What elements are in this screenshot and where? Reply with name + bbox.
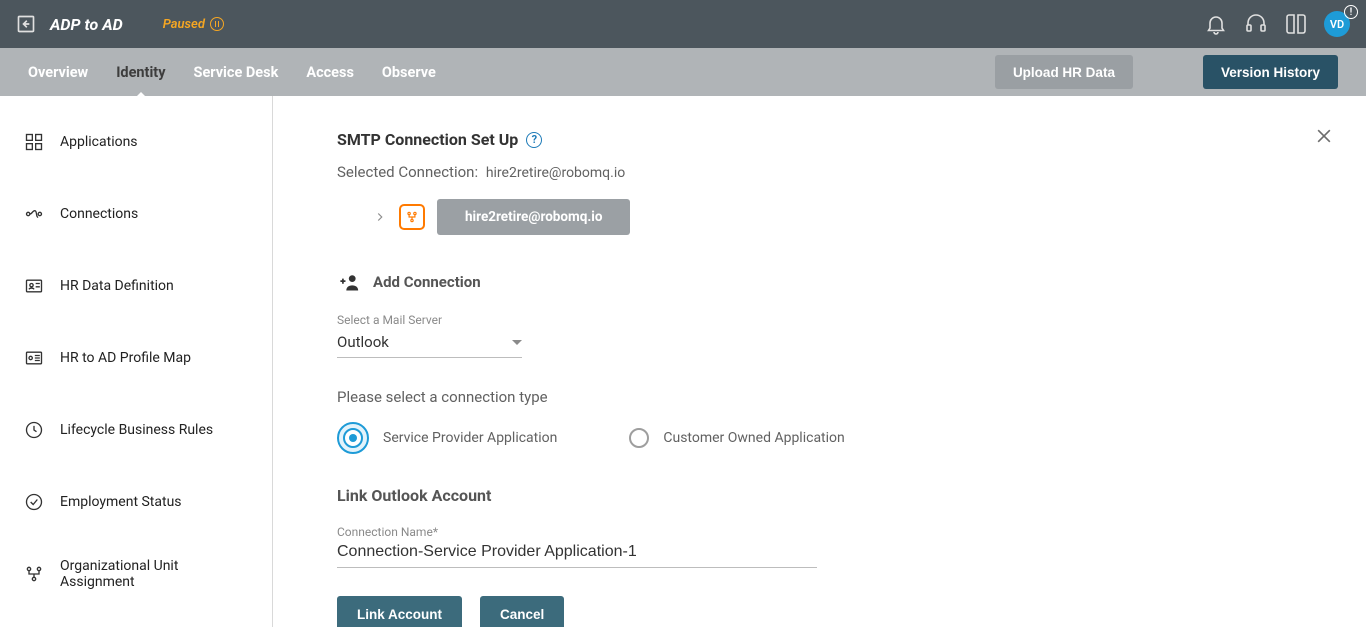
org-unit-icon: [24, 564, 44, 584]
upload-hr-data-button[interactable]: Upload HR Data: [995, 55, 1133, 89]
close-icon[interactable]: [1314, 126, 1334, 146]
sidebar-item-applications[interactable]: Applications: [0, 106, 272, 178]
integration-icon: [399, 204, 425, 230]
sidebar-item-lifecycle-business-rules[interactable]: Lifecycle Business Rules: [0, 394, 272, 466]
page-title: SMTP Connection Set Up ?: [337, 130, 1302, 149]
sidebar-item-label: Lifecycle Business Rules: [60, 422, 213, 438]
bell-icon[interactable]: [1204, 12, 1228, 36]
version-history-button[interactable]: Version History: [1203, 55, 1338, 89]
connection-chip[interactable]: hire2retire@robomq.io: [437, 199, 630, 235]
sidebar-item-label: Connections: [60, 206, 138, 222]
grid-icon: [24, 132, 44, 152]
help-icon[interactable]: ?: [526, 132, 542, 148]
link-account-title: Link Outlook Account: [337, 486, 1302, 505]
selected-connection-row: Selected Connection: hire2retire@robomq.…: [337, 163, 1302, 181]
sidebar-item-organizational-unit-assignment[interactable]: Organizational Unit Assignment: [0, 538, 272, 610]
tab-service-desk[interactable]: Service Desk: [194, 64, 279, 81]
tab-access[interactable]: Access: [306, 64, 354, 81]
back-icon[interactable]: [16, 14, 36, 34]
connection-icon: [24, 204, 44, 224]
sidebar-item-label: HR to AD Profile Map: [60, 350, 191, 366]
cancel-button[interactable]: Cancel: [480, 596, 564, 627]
connection-type-prompt: Please select a connection type: [337, 388, 1302, 406]
tab-observe[interactable]: Observe: [382, 64, 436, 81]
sidebar-item-label: Employment Status: [60, 494, 182, 510]
add-connection-header: Add Connection: [337, 273, 1302, 291]
id-card-icon: [24, 276, 44, 296]
link-account-button[interactable]: Link Account: [337, 596, 462, 627]
flow-status: Paused: [163, 17, 224, 32]
sidebar-item-employment-status[interactable]: Employment Status: [0, 466, 272, 538]
app-title: ADP to AD: [50, 15, 123, 34]
avatar-alert-icon: !: [1344, 5, 1358, 19]
connection-name-label: Connection Name*: [337, 525, 1302, 539]
sidebar-item-label: HR Data Definition: [60, 278, 174, 294]
mail-server-select[interactable]: Outlook: [337, 329, 522, 358]
sidebar-item-label: Organizational Unit Assignment: [60, 558, 248, 590]
tab-identity[interactable]: Identity: [116, 64, 165, 81]
radio-customer-owned-application[interactable]: Customer Owned Application: [629, 428, 844, 448]
sidebar-item-hr-to-ad-profile-map[interactable]: HR to AD Profile Map: [0, 322, 272, 394]
book-icon[interactable]: [1284, 12, 1308, 36]
lifecycle-icon: [24, 420, 44, 440]
sidebar-item-label: Applications: [60, 134, 138, 150]
profile-map-icon: [24, 348, 44, 368]
radio-service-provider-application[interactable]: Service Provider Application: [337, 422, 557, 454]
avatar[interactable]: VD !: [1324, 11, 1350, 37]
mail-server-label: Select a Mail Server: [337, 313, 1302, 327]
check-circle-icon: [24, 492, 44, 512]
sidebar-item-hr-data-definition[interactable]: HR Data Definition: [0, 250, 272, 322]
person-add-icon: [337, 273, 359, 291]
chevron-right-icon[interactable]: [373, 210, 387, 224]
chevron-down-icon: [512, 340, 522, 345]
sidebar-item-connections[interactable]: Connections: [0, 178, 272, 250]
headset-icon[interactable]: [1244, 12, 1268, 36]
pause-icon: [210, 17, 224, 31]
tab-overview[interactable]: Overview: [28, 64, 88, 81]
connection-name-input[interactable]: [337, 539, 817, 568]
